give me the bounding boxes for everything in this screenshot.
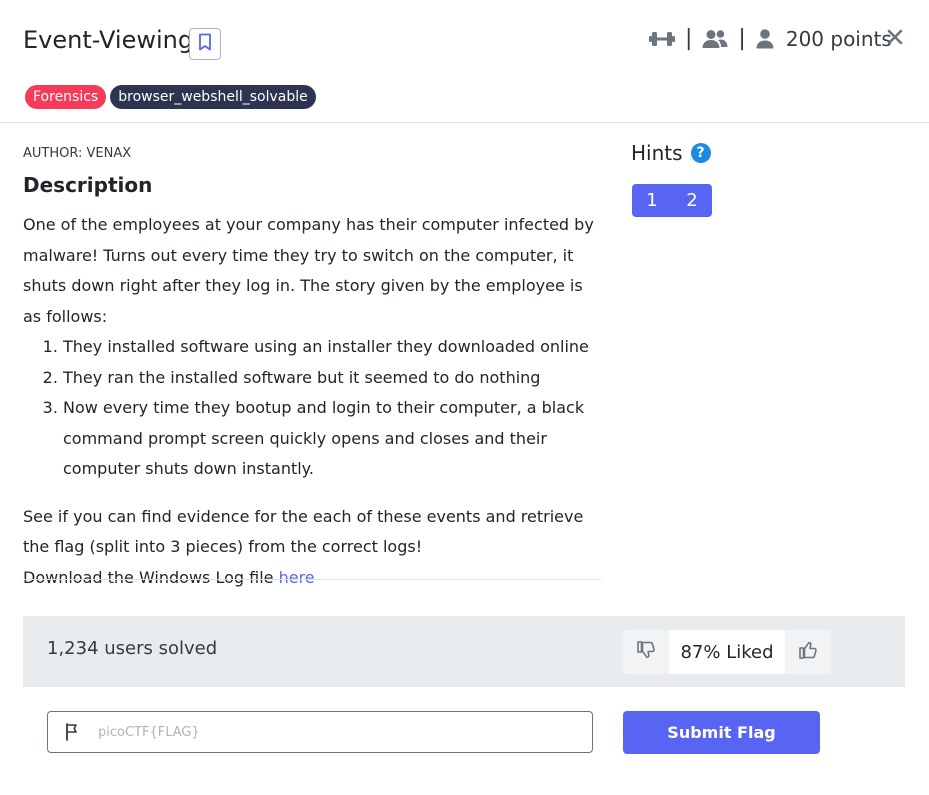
bookmark-button[interactable] xyxy=(189,28,221,60)
description-intro: One of the employees at your company has… xyxy=(23,215,594,326)
hints-section-title: Hints ? xyxy=(631,141,711,165)
challenge-title: Event-Viewing xyxy=(23,26,194,54)
download-link[interactable]: here xyxy=(279,568,315,587)
close-button[interactable] xyxy=(884,28,906,50)
bookmark-icon xyxy=(198,33,212,56)
hints-title: Hints xyxy=(631,141,683,165)
points-label: 200 points xyxy=(785,26,892,51)
modal-header: Event-Viewing | | 200 points Forensics b… xyxy=(0,0,929,123)
thumbs-up-icon xyxy=(798,640,818,665)
solved-count: 1,234 users solved xyxy=(47,638,218,659)
dislike-button[interactable] xyxy=(623,630,669,674)
thumbs-down-icon xyxy=(636,640,656,665)
story-step: They ran the installed software but it s… xyxy=(63,363,603,394)
flag-icon xyxy=(48,723,98,741)
flag-input-group xyxy=(47,711,593,753)
author-label: AUTHOR: VENAX xyxy=(23,146,132,161)
close-icon xyxy=(887,29,903,50)
story-step: Now every time they bootup and login to … xyxy=(63,393,603,485)
download-text: Download the Windows Log file xyxy=(23,567,279,587)
tag-browser-webshell-solvable[interactable]: browser_webshell_solvable xyxy=(110,85,316,109)
evidence-text: See if you can find evidence for the eac… xyxy=(23,506,584,557)
flag-input[interactable] xyxy=(98,713,592,751)
story-step: They installed software using an install… xyxy=(63,332,603,363)
hint-button-1[interactable]: 1 xyxy=(632,184,672,217)
description-divider xyxy=(23,579,601,580)
hint-button-2[interactable]: 2 xyxy=(672,184,712,217)
user-icon xyxy=(756,28,774,49)
users-icon xyxy=(702,29,728,49)
challenge-meta: | | 200 points xyxy=(649,26,892,51)
tag-list: Forensics browser_webshell_solvable xyxy=(25,85,316,109)
like-group: 87% Liked xyxy=(623,630,831,674)
help-icon[interactable]: ? xyxy=(690,143,711,163)
like-button[interactable] xyxy=(785,630,831,674)
dumbbell-icon xyxy=(649,29,675,49)
hint-button-group: 1 2 xyxy=(632,184,712,217)
meta-separator: | xyxy=(685,26,693,51)
challenge-modal: Event-Viewing | | 200 points Forensics b… xyxy=(0,0,929,795)
submit-flag-button[interactable]: Submit Flag xyxy=(623,711,820,754)
meta-separator: | xyxy=(738,26,746,51)
download-line: Download the Windows Log file here xyxy=(23,563,603,594)
tag-forensics[interactable]: Forensics xyxy=(25,85,107,109)
description-title: Description xyxy=(23,173,153,197)
story-steps: They installed software using an install… xyxy=(63,332,603,485)
liked-percentage: 87% Liked xyxy=(669,630,785,674)
description-body: One of the employees at your company has… xyxy=(23,210,603,593)
stats-bar: 1,234 users solved 87% Liked xyxy=(23,616,905,687)
